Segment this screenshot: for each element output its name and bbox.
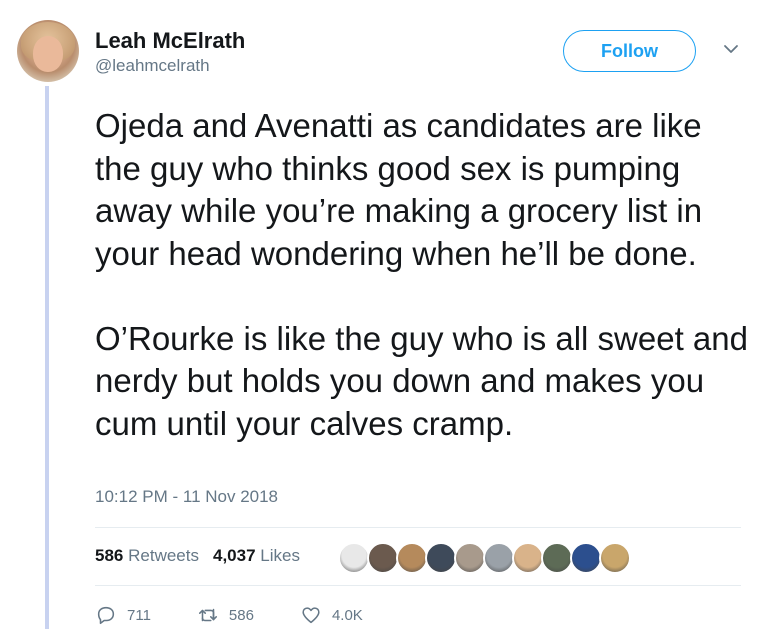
tweet-actions: 711 586 4.0K [95, 604, 409, 626]
retweet-count: 586 [228, 606, 254, 624]
author-handle[interactable]: @leahmcelrath [95, 56, 210, 76]
thread-line [45, 86, 49, 629]
divider [95, 585, 741, 586]
liker-avatar[interactable] [338, 542, 370, 574]
likes-stat-label: Likes [260, 546, 300, 565]
author-name[interactable]: Leah McElrath [95, 28, 245, 54]
like-button[interactable]: 4.0K [300, 604, 363, 626]
retweets-stat-count: 586 [95, 546, 124, 565]
tweet-paragraph-2: O’Rourke is like the guy who is all swee… [95, 319, 748, 442]
tweet-timestamp[interactable]: 10:12 PM - 11 Nov 2018 [95, 487, 278, 507]
liker-avatar[interactable] [599, 542, 631, 574]
avatar[interactable] [17, 20, 79, 82]
retweets-stat[interactable]: 586 Retweets [95, 546, 199, 566]
liker-avatars [338, 542, 631, 574]
follow-button[interactable]: Follow [563, 30, 696, 72]
liker-avatar[interactable] [367, 542, 399, 574]
liker-avatar[interactable] [541, 542, 573, 574]
likes-stat-count: 4,037 [212, 546, 256, 565]
liker-avatar[interactable] [570, 542, 602, 574]
chevron-down-icon[interactable] [722, 40, 740, 58]
avatar-face [33, 36, 63, 72]
tweet-stats: 586 Retweets 4,037 Likes [95, 546, 300, 566]
tweet-text: Ojeda and Avenatti as candidates are lik… [95, 105, 755, 445]
retweets-stat-label: Retweets [128, 546, 199, 565]
liker-avatar[interactable] [483, 542, 515, 574]
liker-avatar[interactable] [512, 542, 544, 574]
retweet-button[interactable]: 586 [197, 604, 254, 626]
heart-icon [302, 607, 320, 624]
liker-avatar[interactable] [425, 542, 457, 574]
likes-stat[interactable]: 4,037 Likes [213, 546, 300, 566]
like-count: 4.0K [331, 606, 363, 624]
liker-avatar[interactable] [454, 542, 486, 574]
tweet-paragraph-1: Ojeda and Avenatti as candidates are lik… [95, 107, 703, 272]
reply-button[interactable]: 711 [95, 604, 151, 626]
liker-avatar[interactable] [396, 542, 428, 574]
divider [95, 527, 741, 528]
retweet-icon [198, 608, 217, 622]
reply-icon [97, 606, 115, 625]
reply-count: 711 [127, 606, 151, 624]
